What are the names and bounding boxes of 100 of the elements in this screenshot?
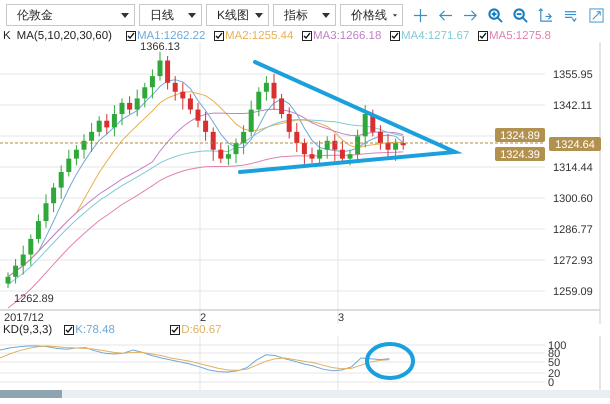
candlestick [210, 126, 216, 162]
candlestick [378, 124, 383, 150]
high-price-label: 1366.13 [140, 42, 180, 53]
candlestick [134, 89, 140, 117]
kd-axis-label: 0 [548, 377, 554, 389]
indicator-label: MA(5,10,20,30,60) [16, 30, 112, 42]
axis-icon[interactable] [538, 8, 553, 22]
expand-icon[interactable] [589, 8, 604, 22]
arrow-right-icon[interactable] [463, 8, 478, 22]
candlestick [165, 56, 170, 90]
candlestick [203, 111, 208, 142]
candlestick [196, 102, 200, 128]
kd-value-label: K:78.48 [75, 324, 115, 336]
candlestick [66, 149, 72, 177]
price-axis-label: 1342.11 [553, 100, 592, 112]
ma-value-label: MA5:1275.8 [488, 30, 551, 42]
kd-axis-label: 20 [548, 368, 560, 380]
date-axis-label: 2017/12 [4, 312, 44, 324]
candlestick [272, 73, 276, 110]
checkbox[interactable] [170, 325, 180, 335]
candlestick [241, 124, 246, 155]
candlestick [58, 164, 64, 200]
caret-icon [322, 12, 330, 18]
crosshair-icon[interactable] [413, 8, 428, 22]
price-axis-label: 1355.95 [553, 69, 593, 81]
price-tag: 1324.39 [495, 147, 545, 161]
candlestick [286, 106, 292, 140]
candlestick [51, 182, 56, 213]
candlestick [310, 146, 314, 164]
candlestick [279, 93, 284, 119]
candlestick [158, 51, 162, 82]
candlestick [302, 138, 307, 166]
checkbox[interactable] [390, 31, 400, 41]
dropdown[interactable]: 指标 [273, 4, 336, 26]
highlight-circle [365, 342, 415, 380]
price-axis-label: 1286.77 [553, 224, 593, 236]
dropdown[interactable]: K线图 [206, 4, 269, 26]
candlestick [348, 149, 352, 166]
candlestick [104, 114, 110, 135]
caret-icon [121, 12, 129, 18]
price-axis-label: 1259.09 [553, 286, 593, 298]
checkbox[interactable] [478, 31, 488, 41]
candlestick [172, 76, 178, 102]
scrollbar-thumb[interactable] [0, 390, 62, 398]
checkbox[interactable] [214, 31, 224, 41]
candlestick [370, 109, 376, 137]
candlestick [264, 76, 269, 102]
dropdown[interactable]: 日线 [139, 4, 202, 26]
ma-value-label: MA2:1255.44 [224, 30, 294, 42]
kd-axis-label: 50 [548, 357, 560, 369]
caret-icon [188, 12, 196, 18]
price-axis-label: 1300.60 [553, 193, 593, 205]
candlestick [112, 104, 117, 137]
candlestick [142, 82, 148, 108]
candlestick [20, 245, 26, 276]
candlestick [188, 93, 193, 115]
candlestick [74, 144, 79, 166]
candlestick [400, 136, 406, 150]
date-axis-label: 2 [200, 312, 206, 324]
arrow-left-icon[interactable] [438, 8, 453, 22]
caret-icon [255, 12, 263, 18]
candlestick [362, 104, 368, 148]
dropdown[interactable]: 伦敦金 [6, 4, 135, 26]
candlestick [256, 86, 262, 117]
price-tag: 1324.89 [495, 128, 545, 142]
candlestick [89, 122, 94, 152]
candlestick [332, 134, 338, 162]
chart-type-label: K [3, 30, 11, 42]
price-axis-label: 1314.44 [553, 162, 593, 174]
candlestick [28, 234, 34, 266]
checkbox[interactable] [302, 31, 312, 41]
current-price-tag: 1324.64 [549, 137, 601, 151]
candlestick [150, 68, 155, 99]
candlestick [234, 138, 238, 164]
candlestick [180, 82, 186, 110]
candlestick [44, 194, 48, 228]
ma-value-label: MA1:1262.22 [136, 30, 206, 42]
candlestick [294, 122, 300, 152]
ma-value-label: MA3:1266.18 [312, 30, 382, 42]
candlestick [226, 144, 231, 166]
candlestick [6, 272, 10, 288]
ma-value-label: MA4:1271.67 [400, 30, 470, 42]
checkbox[interactable] [126, 31, 136, 41]
zoom-in-icon[interactable] [488, 8, 503, 22]
caret-icon [393, 12, 397, 18]
candlestick [82, 134, 86, 160]
candlestick [36, 214, 41, 244]
candlestick [218, 142, 224, 164]
candlestick [96, 116, 102, 137]
kd-value-label: D:60.67 [181, 324, 222, 336]
zoom-out-icon[interactable] [513, 8, 528, 22]
candlestick [324, 136, 330, 160]
candlestick [120, 98, 124, 126]
candlestick [13, 258, 18, 284]
candlestick [393, 138, 398, 162]
indicator-label: KD(9,3,3) [3, 324, 52, 336]
dropdown[interactable]: 价格线 [340, 4, 403, 26]
checkbox[interactable] [64, 325, 74, 335]
candlestick [127, 96, 132, 115]
candlestick [248, 100, 254, 137]
